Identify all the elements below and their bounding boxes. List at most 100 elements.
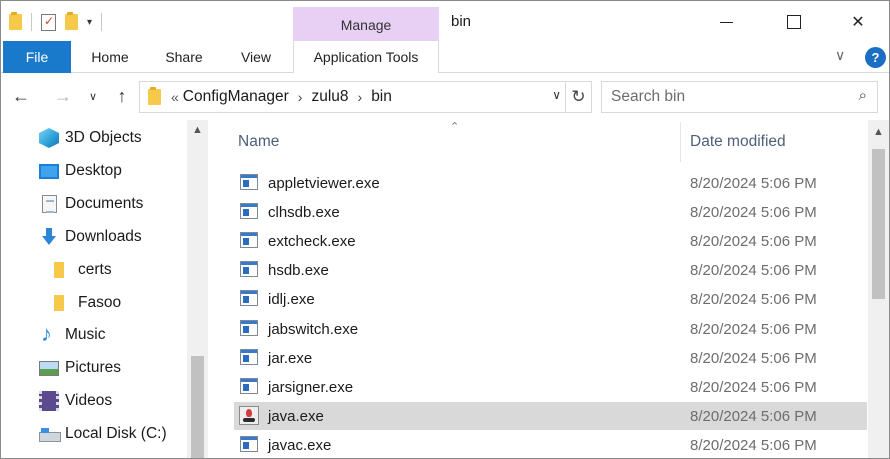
back-button[interactable]: ← — [9, 82, 33, 110]
nav-item-label: Videos — [65, 392, 113, 409]
file-list-scrollbar[interactable]: ▲ — [868, 120, 889, 458]
tab-view[interactable]: View — [226, 41, 286, 73]
forward-button[interactable]: → — [51, 82, 75, 110]
maximize-icon — [787, 15, 801, 29]
nav-item-label: Documents — [65, 195, 144, 212]
folder-icon — [9, 12, 22, 30]
scrollbar-thumb[interactable] — [191, 356, 204, 458]
pictures-icon — [39, 360, 59, 376]
address-dropdown[interactable]: ∨ — [552, 88, 561, 102]
minimize-ribbon-icon[interactable]: ∨ — [835, 47, 845, 64]
file-list: ⌃ Name Date modified appletviewer.exe 8/… — [208, 120, 889, 458]
tab-application-tools[interactable]: Application Tools — [293, 41, 439, 73]
nav-item-label: Downloads — [65, 228, 142, 245]
close-button[interactable]: ✕ — [835, 7, 881, 37]
file-name: extcheck.exe — [268, 232, 356, 250]
file-row[interactable]: javac.exe 8/20/2024 5:06 PM — [234, 431, 867, 458]
quick-access-toolbar: ▾ — [9, 11, 103, 33]
scroll-up-icon[interactable]: ▲ — [873, 126, 884, 138]
nav-item-label: Music — [65, 326, 106, 343]
tab-share[interactable]: Share — [153, 41, 215, 73]
file-row[interactable]: jar.exe 8/20/2024 5:06 PM — [234, 344, 867, 372]
executable-icon — [240, 174, 258, 190]
executable-icon — [240, 290, 258, 306]
ribbon-tabs: File Home Share View Application Tools — [1, 41, 889, 73]
up-button[interactable]: ↑ — [111, 82, 133, 110]
file-row[interactable]: jarsigner.exe 8/20/2024 5:06 PM — [234, 373, 867, 401]
properties-icon[interactable] — [41, 13, 56, 31]
executable-icon — [240, 349, 258, 365]
nav-pane-scrollbar[interactable]: ▲ — [187, 120, 208, 458]
column-divider[interactable] — [680, 122, 681, 162]
downloads-icon — [39, 227, 59, 247]
search-icon: ⌕ — [858, 87, 867, 104]
tab-file[interactable]: File — [3, 41, 71, 73]
file-date-modified: 8/20/2024 5:06 PM — [690, 436, 817, 454]
file-row[interactable]: idlj.exe 8/20/2024 5:06 PM — [234, 285, 867, 313]
file-name: hsdb.exe — [268, 261, 329, 279]
navigation-bar: ← → ∨ ↑ « ConfigManager › zulu8 › bin ∨ … — [1, 74, 889, 120]
minimize-button[interactable] — [703, 7, 749, 37]
documents-icon — [42, 195, 57, 213]
file-row[interactable]: clhsdb.exe 8/20/2024 5:06 PM — [234, 198, 867, 226]
refresh-button[interactable]: ↻ — [565, 82, 591, 112]
breadcrumb-bin[interactable]: bin — [371, 88, 392, 106]
search-input[interactable]: Search bin — [611, 88, 685, 106]
nav-item-label: Fasoo — [78, 294, 122, 311]
breadcrumb-overflow[interactable]: « — [171, 89, 179, 105]
file-name: javac.exe — [268, 436, 332, 454]
file-name: jabswitch.exe — [268, 320, 359, 338]
file-row[interactable]: appletviewer.exe 8/20/2024 5:06 PM — [234, 169, 867, 197]
file-date-modified: 8/20/2024 5:06 PM — [690, 261, 817, 279]
divider — [31, 13, 32, 31]
executable-icon — [240, 378, 258, 394]
nav-item-label: Desktop — [65, 162, 122, 179]
file-row[interactable]: extcheck.exe 8/20/2024 5:06 PM — [234, 227, 867, 255]
folder-icon — [54, 262, 64, 278]
breadcrumb: « ConfigManager › zulu8 › bin — [171, 88, 392, 106]
maximize-button[interactable] — [771, 7, 817, 37]
desktop-icon — [39, 163, 59, 179]
file-name: appletviewer.exe — [268, 174, 380, 192]
breadcrumb-zulu8[interactable]: zulu8 — [311, 88, 348, 106]
file-row[interactable]: jabswitch.exe 8/20/2024 5:06 PM — [234, 315, 867, 343]
scroll-up-icon[interactable]: ▲ — [192, 124, 203, 136]
executable-icon — [240, 232, 258, 248]
breadcrumb-separator[interactable]: › — [358, 89, 363, 105]
videos-icon — [39, 391, 59, 411]
file-date-modified: 8/20/2024 5:06 PM — [690, 174, 817, 192]
executable-icon — [240, 436, 258, 452]
folder-icon — [54, 295, 64, 311]
file-name: jar.exe — [268, 349, 313, 367]
tab-home[interactable]: Home — [79, 41, 141, 73]
executable-icon — [240, 261, 258, 277]
customize-toolbar-dropdown[interactable]: ▾ — [87, 17, 92, 28]
window-title: bin — [451, 13, 472, 30]
divider — [101, 13, 103, 31]
file-date-modified: 8/20/2024 5:06 PM — [690, 407, 817, 425]
title-bar: ▾ Manage bin ✕ — [1, 1, 889, 42]
file-name: java.exe — [268, 407, 324, 425]
file-date-modified: 8/20/2024 5:06 PM — [690, 232, 817, 250]
file-date-modified: 8/20/2024 5:06 PM — [690, 349, 817, 367]
column-header-name[interactable]: Name — [238, 128, 678, 156]
close-icon: ✕ — [851, 14, 865, 31]
search-box[interactable]: Search bin ⌕ — [601, 81, 878, 113]
nav-item-label: certs — [78, 261, 112, 278]
scrollbar-thumb[interactable] — [872, 149, 885, 299]
help-icon[interactable]: ? — [865, 47, 886, 68]
file-row[interactable]: hsdb.exe 8/20/2024 5:06 PM — [234, 256, 867, 284]
breadcrumb-configmanager[interactable]: ConfigManager — [183, 88, 289, 106]
file-row-selected[interactable]: java.exe 8/20/2024 5:06 PM — [234, 402, 867, 430]
local-disk-icon — [39, 424, 61, 444]
new-folder-icon[interactable] — [65, 12, 78, 30]
column-header-date-modified[interactable]: Date modified — [690, 128, 860, 156]
manage-tab-group[interactable]: Manage — [293, 7, 439, 42]
nav-item-label: Pictures — [65, 359, 121, 376]
breadcrumb-separator[interactable]: › — [298, 89, 303, 105]
recent-locations-button[interactable]: ∨ — [85, 82, 101, 110]
address-bar[interactable]: « ConfigManager › zulu8 › bin ∨ ↻ — [139, 81, 592, 113]
nav-item-label: Local Disk (C:) — [65, 425, 167, 442]
navigation-pane: 3D Objects Desktop Documents Downloads c… — [1, 120, 208, 458]
file-date-modified: 8/20/2024 5:06 PM — [690, 320, 817, 338]
